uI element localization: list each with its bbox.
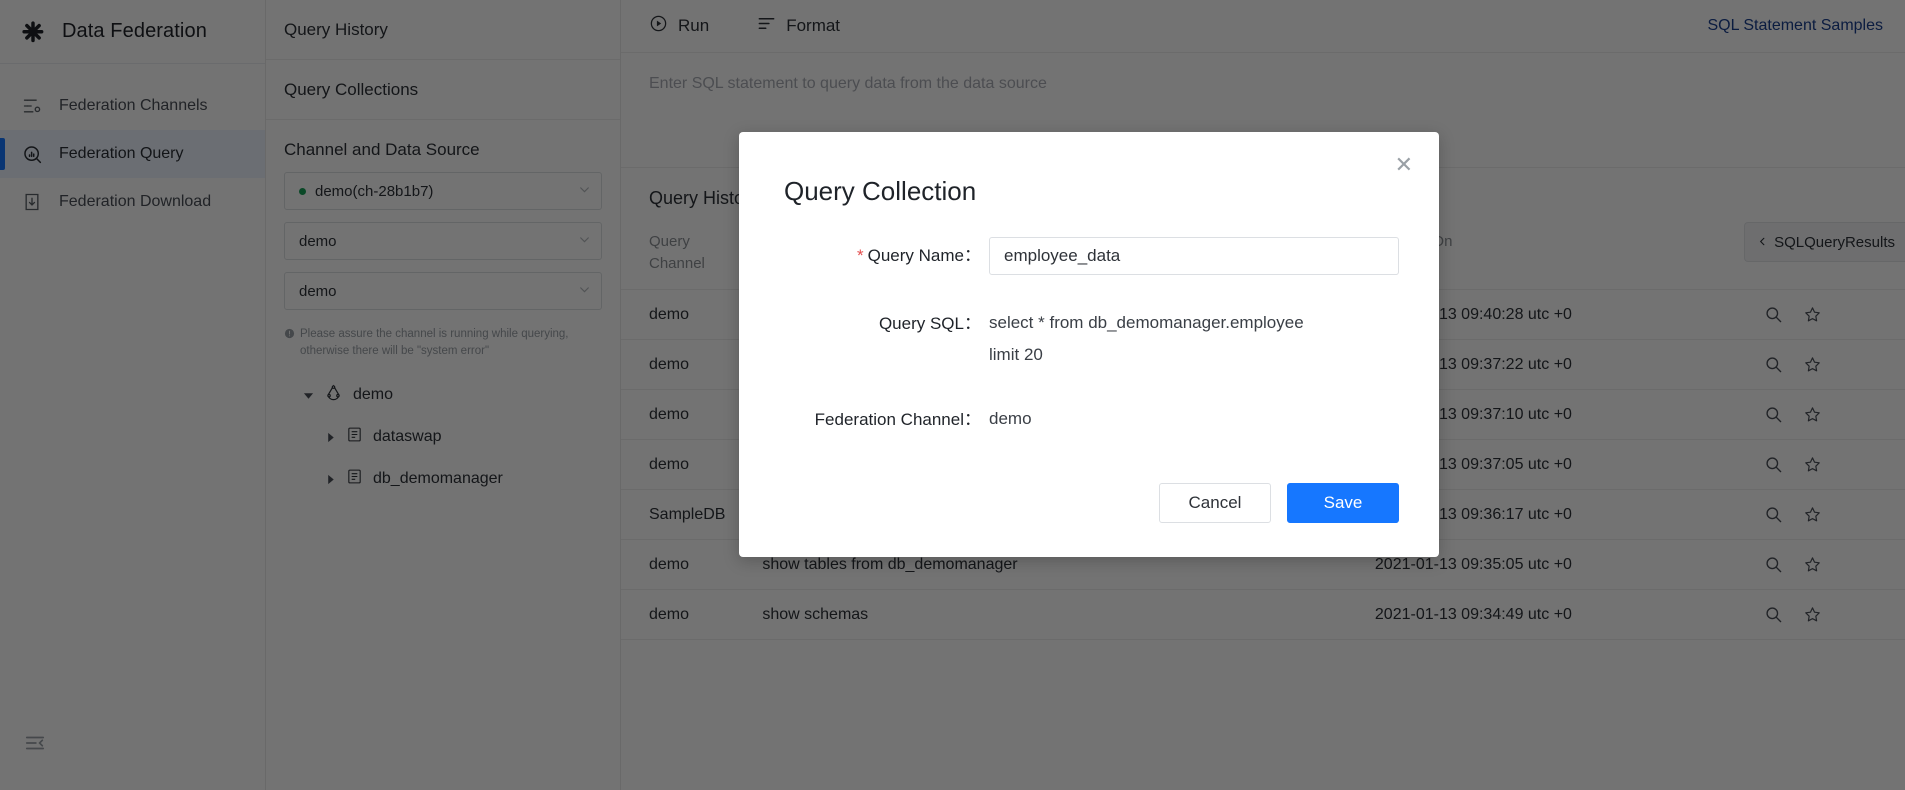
query-sql-line1: select * from db_demomanager.employee — [989, 307, 1399, 339]
required-asterisk: * — [857, 246, 864, 265]
federation-channel-value: demo — [989, 401, 1399, 439]
query-name-row: *Query Name： employee_data — [779, 237, 1399, 275]
query-name-label-text: Query Name — [868, 246, 964, 265]
query-sql-label: Query SQL： — [779, 305, 989, 371]
query-sql-value: select * from db_demomanager.employee li… — [989, 305, 1399, 371]
query-sql-label-text: Query SQL — [879, 314, 964, 333]
query-sql-row: Query SQL： select * from db_demomanager.… — [779, 305, 1399, 371]
query-name-value: employee_data — [1004, 246, 1120, 266]
save-button[interactable]: Save — [1287, 483, 1399, 523]
query-sql-line2: limit 20 — [989, 339, 1399, 371]
query-name-input[interactable]: employee_data — [989, 237, 1399, 275]
query-name-label: *Query Name： — [779, 237, 989, 275]
query-collection-dialog: ✕ Query Collection *Query Name： employee… — [739, 132, 1439, 557]
close-icon[interactable]: ✕ — [1395, 154, 1413, 176]
dialog-title: Query Collection — [779, 158, 1399, 207]
cancel-button[interactable]: Cancel — [1159, 483, 1271, 523]
federation-channel-row: Federation Channel： demo — [779, 401, 1399, 439]
federation-channel-label-text: Federation Channel — [815, 410, 964, 429]
app-root: Data Federation Federation Channels — [0, 0, 1905, 790]
federation-channel-label: Federation Channel： — [779, 401, 989, 439]
dialog-footer: Cancel Save — [779, 483, 1399, 523]
